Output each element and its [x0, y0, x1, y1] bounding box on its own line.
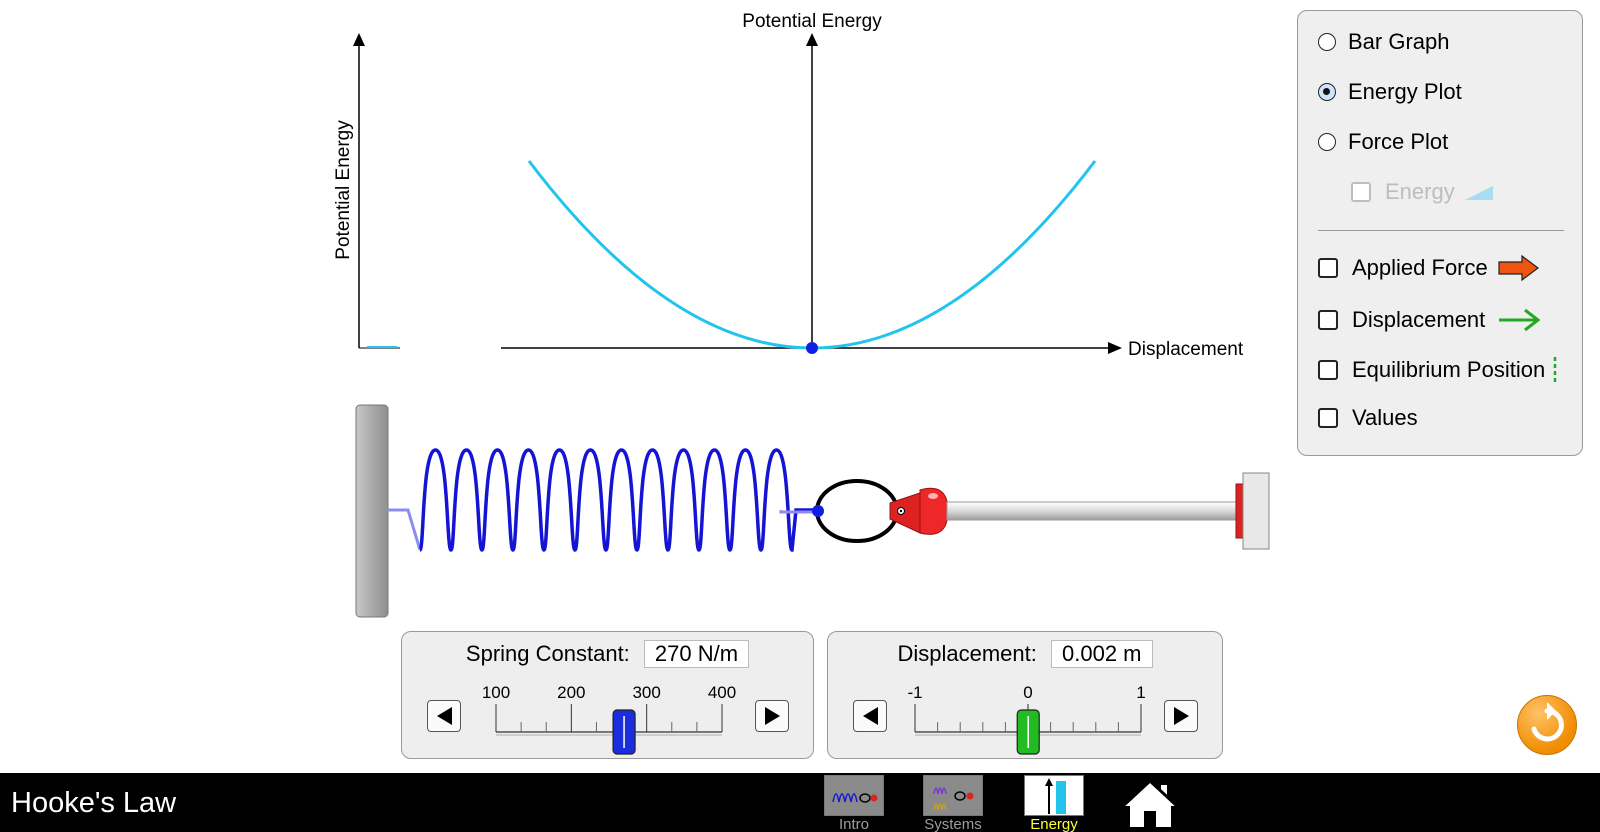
spring-constant-slider-tick-label: 200 — [557, 683, 585, 702]
spring-end-point — [812, 505, 824, 517]
checkbox-values-label: Values — [1352, 405, 1418, 430]
checkbox-values[interactable]: Values — [1318, 405, 1418, 431]
spring-constant-slider-tick-label: 300 — [632, 683, 660, 702]
control-panel: Bar Graph Energy Plot Force Plot Energy … — [1297, 10, 1583, 456]
checkbox-equilibrium-label: Equilibrium Position — [1352, 357, 1546, 382]
spring-constant-slider[interactable]: 100 200 300 400 — [402, 632, 815, 760]
reset-icon — [1531, 702, 1564, 742]
bar-axis-label: Potential Energy — [333, 120, 354, 260]
spring-coil — [387, 448, 818, 552]
plot-x-label: Displacement — [1128, 339, 1244, 360]
reset-button[interactable] — [1517, 695, 1577, 755]
checkbox-energy-label: Energy — [1385, 179, 1455, 204]
wall — [355, 404, 389, 618]
energy-screen-icon — [1024, 775, 1084, 816]
tab-energy-label: Energy — [1030, 816, 1078, 832]
home-button[interactable] — [1119, 775, 1181, 832]
displacement-slider-tick-label: 0 — [1023, 683, 1032, 702]
panel-divider — [1318, 230, 1564, 231]
plot-title: Potential Energy — [742, 11, 882, 32]
plot-y-axis-arrowhead — [806, 33, 818, 46]
displacement-slider-tick-label: 1 — [1136, 683, 1145, 702]
checkbox-equilibrium-box[interactable] — [1318, 360, 1338, 380]
radio-label-bar-graph: Bar Graph — [1348, 29, 1450, 54]
checkbox-applied-force[interactable]: Applied Force — [1318, 254, 1540, 282]
tab-intro-label: Intro — [838, 816, 869, 832]
tab-intro[interactable]: Intro — [823, 775, 885, 832]
checkbox-applied-force-label: Applied Force — [1352, 255, 1488, 280]
radio-button-bar-graph[interactable] — [1318, 33, 1336, 51]
tab-energy[interactable]: Energy — [1023, 775, 1085, 832]
checkbox-displacement-box[interactable] — [1318, 310, 1338, 330]
radio-label-energy-plot: Energy Plot — [1348, 79, 1462, 104]
navigation-bar: Hooke's Law Intro Systems Energy — [0, 773, 1600, 832]
current-energy-point — [806, 342, 818, 354]
checkbox-applied-force-box[interactable] — [1318, 258, 1338, 278]
displacement-control: Displacement: 0.002 m -1 0 1 — [827, 631, 1223, 759]
spring-constant-control: Spring Constant: 270 N/m 100 200 300 400 — [401, 631, 814, 759]
checkbox-energy: Energy — [1351, 179, 1493, 205]
hand-grip-loop — [815, 479, 899, 543]
radio-button-force-plot[interactable] — [1318, 133, 1336, 151]
app-title: Hooke's Law — [11, 787, 177, 819]
bar-axis-arrowhead — [353, 33, 365, 46]
systems-screen-icon — [923, 775, 983, 816]
displacement-arrow-icon — [1499, 308, 1541, 332]
radio-energy-plot[interactable]: Energy Plot — [1318, 79, 1462, 105]
checkbox-displacement-label: Displacement — [1352, 307, 1486, 332]
rod-end-block — [1242, 472, 1270, 550]
checkbox-displacement[interactable]: Displacement — [1318, 306, 1541, 334]
intro-screen-icon — [824, 775, 884, 816]
displacement-slider-tick-label: -1 — [907, 683, 922, 702]
radio-label-force-plot: Force Plot — [1348, 129, 1449, 154]
energy-triangle-icon — [1464, 186, 1493, 200]
spring-constant-slider-tick-label: 400 — [708, 683, 736, 702]
energy-bar — [367, 346, 397, 348]
radio-force-plot[interactable]: Force Plot — [1318, 129, 1448, 155]
robotic-grip[interactable] — [889, 487, 949, 535]
home-icon — [1121, 778, 1179, 827]
checkbox-values-box[interactable] — [1318, 408, 1338, 428]
displacement-slider[interactable]: -1 0 1 — [828, 632, 1224, 760]
radio-button-energy-plot[interactable] — [1318, 83, 1336, 101]
applied-force-arrow-icon — [1498, 254, 1539, 282]
checkbox-energy-box — [1351, 182, 1371, 202]
tab-systems[interactable]: Systems — [922, 775, 984, 832]
checkbox-equilibrium-position[interactable]: Equilibrium Position — [1318, 356, 1559, 384]
spring-constant-slider-tick-label: 100 — [482, 683, 510, 702]
plot-x-axis-arrowhead — [1108, 342, 1122, 354]
radio-bar-graph[interactable]: Bar Graph — [1318, 29, 1450, 55]
piston-rod — [946, 501, 1238, 521]
equilibrium-line-icon — [1553, 357, 1557, 383]
tab-systems-label: Systems — [924, 816, 982, 832]
